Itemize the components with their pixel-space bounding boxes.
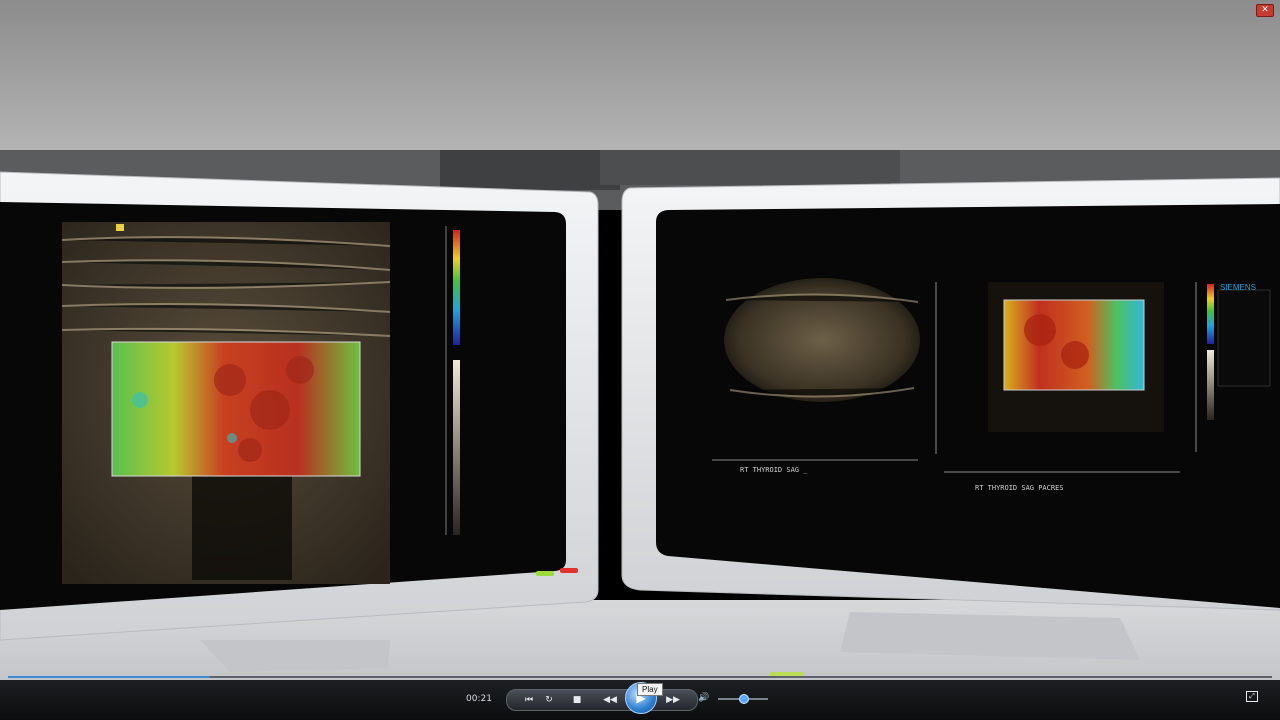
volume-knob[interactable] [739,694,749,704]
replay-icon[interactable]: ↻ [541,693,557,707]
stop-icon[interactable]: ■ [569,693,585,707]
brand-label: SIEMENS [1220,283,1256,292]
right-monitor [621,177,1280,660]
elapsed-time: 00:21 [466,694,492,704]
next-icon[interactable]: ▶▶ [662,693,684,707]
video-frame: RT THYROID SAG _ RT THYROID SAG PACRES S… [0,0,1280,720]
previous-icon[interactable]: ◀◀ [599,693,621,707]
transport-controls: ⏮ ↻ ■ ◀◀ ▶▶ [506,689,698,711]
video-scene: RT THYROID SAG _ RT THYROID SAG PACRES S… [0,0,1280,720]
close-button[interactable]: ✕ [1256,4,1274,17]
seek-progress [8,676,211,678]
volume-icon[interactable]: 🔊 [698,693,709,703]
play-tooltip: Play [637,683,663,696]
left-monitor [0,171,599,672]
left-image-caption: RT THYROID SAG _ [740,466,808,474]
rewind-icon[interactable]: ⏮ [521,693,537,707]
fullscreen-icon[interactable]: ⤢ [1246,691,1258,702]
seek-bar[interactable] [8,676,1272,678]
right-image-caption: RT THYROID SAG PACRES [975,484,1064,492]
